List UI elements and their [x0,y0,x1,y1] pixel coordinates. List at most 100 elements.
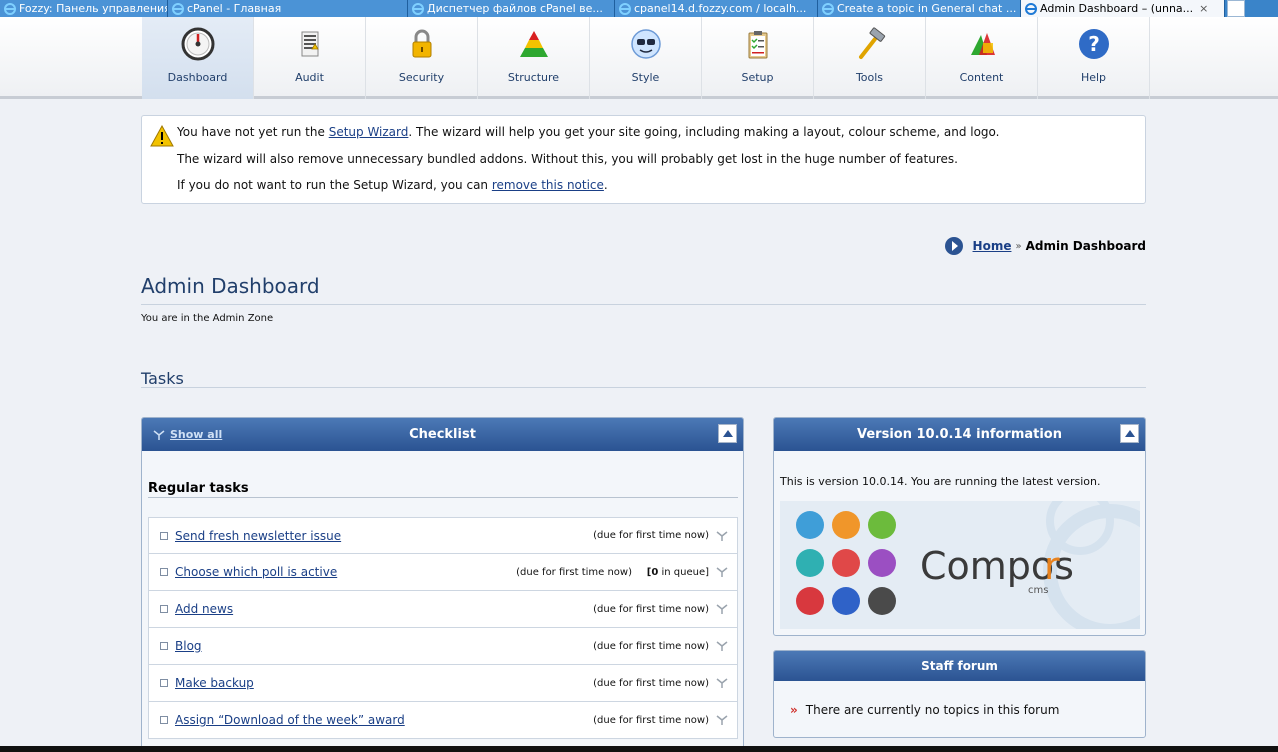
toolbar-help[interactable]: ? Help [1038,17,1150,99]
task-checkbox[interactable] [160,605,168,613]
ie-icon [822,2,834,15]
notice-text: You have not yet run the [177,125,329,139]
task-row: Blog (due for first time now) [148,628,738,665]
hammer-icon [858,27,885,59]
toolbar-label: Audit [295,71,324,84]
task-row: Assign “Download of the week” award (due… [148,702,738,739]
setup-wizard-link[interactable]: Setup Wizard [329,125,409,139]
question-icon: ? [1078,29,1109,59]
toolbar-label: Structure [507,71,560,84]
page-title: Admin Dashboard [141,274,320,298]
breadcrumb-arrow-icon [944,237,963,255]
audit-icon [301,31,319,57]
notice-line: You have not yet run the Setup Wizard. T… [177,125,1000,139]
task-due: (due for first time now) [593,714,709,726]
browser-tab[interactable]: cpanel14.d.fozzy.com / localh... [615,0,818,17]
browser-tab-title: Admin Dashboard – (unna... [1040,2,1194,15]
task-checkbox[interactable] [160,531,168,540]
collapse-version-button[interactable] [1120,424,1139,443]
ie-icon [1025,2,1037,15]
task-link[interactable]: Choose which poll is active [175,565,337,579]
ie-icon [4,2,16,15]
close-tab-icon[interactable]: × [1199,2,1208,15]
toolbar-content[interactable]: Content [926,17,1038,99]
toolbar-label: Style [631,71,660,84]
toolbar-label: Security [398,71,445,84]
task-checkbox[interactable] [160,568,168,576]
task-link[interactable]: Assign “Download of the week” award [175,713,405,727]
regular-tasks-divider [148,497,738,498]
show-all-link[interactable]: Show all [152,428,222,441]
remove-notice-link[interactable]: remove this notice [492,178,604,192]
toolbar-dashboard[interactable]: Dashboard [142,17,254,99]
task-due: (due for first time now) [516,566,632,578]
toolbar-security[interactable]: Security [366,17,478,99]
content-shapes-icon [970,33,995,55]
version-title: Version 10.0.14 information [857,427,1062,442]
ie-icon [619,2,631,15]
pin-icon[interactable] [715,530,729,542]
task-checkbox[interactable] [160,716,168,724]
padlock-icon [412,29,431,58]
task-due: (due for first time now) [593,677,709,689]
toolbar-setup[interactable]: Setup [702,17,814,99]
staff-forum-message: » There are currently no topics in this … [790,703,1059,717]
logo-wordmark-r: r [1044,544,1060,588]
pyramid-icon [519,31,548,57]
version-header: Version 10.0.14 information [774,418,1145,451]
task-checkbox[interactable] [160,679,168,687]
version-text: This is version 10.0.14. You are running… [780,475,1101,488]
task-row: Choose which poll is active (due for fir… [148,554,738,591]
staff-forum-header: Staff forum [774,651,1145,681]
collapse-arrow-icon [1124,430,1135,437]
collapse-checklist-button[interactable] [718,424,737,443]
tasks-divider [141,387,1146,388]
pin-icon[interactable] [715,566,729,578]
dashboard-gauge-icon [181,27,214,61]
toolbar-audit[interactable]: Audit [254,17,366,99]
pin-icon[interactable] [715,714,729,726]
ie-icon [172,2,184,15]
task-row: Add news (due for first time now) [148,591,738,628]
task-link[interactable]: Make backup [175,676,254,690]
staff-forum-text: There are currently no topics in this fo… [805,703,1060,717]
checklist-panel: Show all Checklist Regular tasks Send fr… [141,417,744,752]
task-link[interactable]: Send fresh newsletter issue [175,529,341,543]
toolbar-label: Content [959,71,1004,84]
task-checkbox[interactable] [160,642,168,650]
notice-text: If you do not want to run the Setup Wiza… [177,178,492,192]
new-tab-button[interactable] [1227,0,1245,17]
toolbar-structure[interactable]: Structure [478,17,590,99]
notice-line: If you do not want to run the Setup Wiza… [177,178,608,192]
toolbar-label: Help [1080,71,1107,84]
toolbar-style[interactable]: Style [590,17,702,99]
task-link[interactable]: Blog [175,639,202,653]
browser-tab-title: cpanel14.d.fozzy.com / localh... [634,2,807,15]
browser-tab[interactable]: cPanel - Главная [168,0,408,17]
browser-tab[interactable]: Create a topic in General chat ... [818,0,1021,17]
browser-tab[interactable]: Диспетчер файлов cPanel ве... [408,0,615,17]
pin-icon[interactable] [715,603,729,615]
browser-tab-active[interactable]: Admin Dashboard – (unna... × [1021,0,1225,17]
task-row: Send fresh newsletter issue (due for fir… [148,517,738,554]
task-link[interactable]: Add news [175,602,233,616]
notice-text: . [603,178,608,192]
title-divider [141,304,1146,305]
task-due: (due for first time now) [593,640,709,652]
pin-icon[interactable] [715,677,729,689]
breadcrumb-home-link[interactable]: Home [973,239,1012,253]
regular-tasks-heading: Regular tasks [148,481,249,496]
breadcrumb: Home » Admin Dashboard [944,236,1146,256]
page-subtitle: You are in the Admin Zone [141,313,274,324]
warning-icon [150,125,174,147]
pin-icon [153,429,165,440]
ie-icon [412,2,424,15]
browser-tab[interactable]: Fozzy: Панель управления [0,0,168,17]
pin-icon[interactable] [715,640,729,652]
toolbar-tools[interactable]: Tools [814,17,926,99]
clipboard-checklist-icon [748,31,767,59]
composr-logo-graphic: Compos r cms [796,501,1140,629]
collapse-arrow-icon [722,430,733,437]
setup-wizard-notice: You have not yet run the Setup Wizard. T… [141,115,1146,204]
logo-cms: cms [1028,585,1048,596]
